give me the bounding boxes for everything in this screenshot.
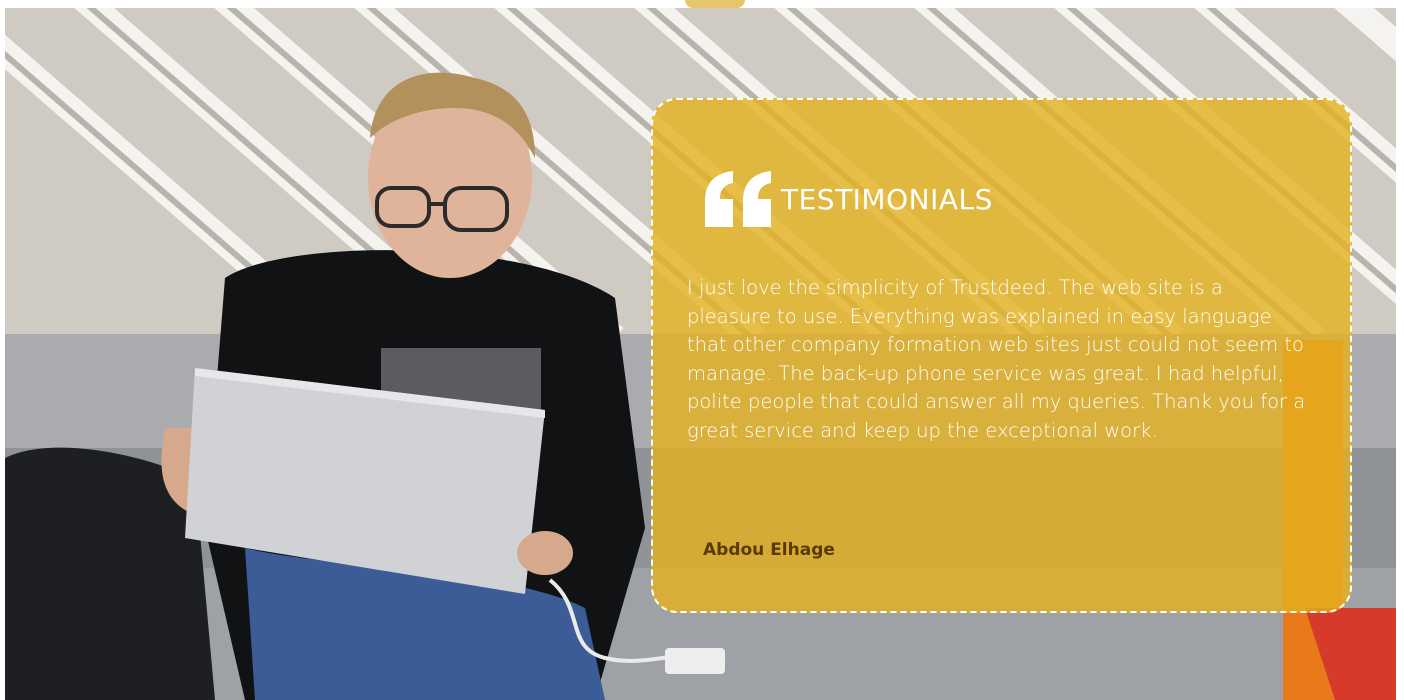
- top-tab: [685, 0, 745, 8]
- section-title: TESTIMONIALS: [781, 182, 993, 216]
- quote-icon: [705, 171, 771, 227]
- testimonial-author: Abdou Elhage: [703, 540, 835, 560]
- testimonial-header: TESTIMONIALS: [703, 171, 993, 227]
- testimonial-quote: I just love the simplicity of Trustdeed.…: [687, 276, 1306, 442]
- testimonial-card: TESTIMONIALS I just love the simplicity …: [651, 98, 1352, 613]
- testimonial-section: TESTIMONIALS I just love the simplicity …: [0, 0, 1404, 700]
